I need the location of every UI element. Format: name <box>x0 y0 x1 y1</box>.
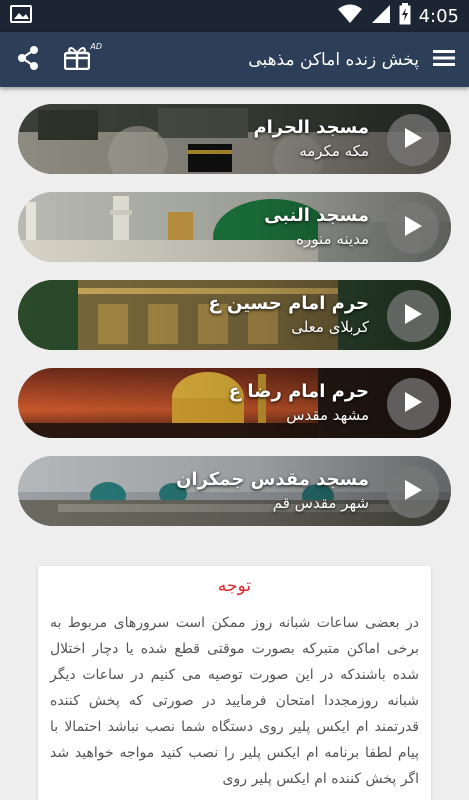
play-button[interactable] <box>387 466 439 518</box>
play-icon <box>403 391 423 417</box>
card-title: حرم امام حسین ع <box>208 293 369 314</box>
card-title: حرم امام رضا ع <box>228 381 369 402</box>
gift-icon <box>63 46 91 74</box>
card-jamkaran-mosque[interactable]: مسجد مقدس جمکران شهر مقدس قم <box>18 456 451 526</box>
battery-icon <box>399 3 411 29</box>
app-title: پخش زنده اماکن مذهبی <box>248 49 419 70</box>
play-icon <box>403 215 423 241</box>
status-bar: 4:05 <box>0 0 469 32</box>
ad-badge: AD <box>90 41 102 51</box>
play-button[interactable] <box>387 202 439 254</box>
card-subtitle: شهر مقدس قم <box>272 494 369 512</box>
card-text: مسجد مقدس جمکران شهر مقدس قم <box>176 468 369 514</box>
play-icon <box>403 127 423 153</box>
signal-icon <box>371 4 391 28</box>
status-icons: 4:05 <box>337 3 459 29</box>
play-button[interactable] <box>387 378 439 430</box>
share-icon <box>16 45 40 75</box>
play-icon <box>403 479 423 505</box>
card-title: مسجد مقدس جمکران <box>176 469 369 490</box>
app-bar-title-group: پخش زنده اماکن مذهبی <box>248 49 455 71</box>
card-imam-reza-shrine[interactable]: حرم امام رضا ع مشهد مقدس <box>18 368 451 438</box>
ad-gift-button[interactable]: AD <box>63 42 102 74</box>
card-title: مسجد النبی <box>264 205 369 226</box>
card-masjid-al-haram[interactable]: مسجد الحرام مکه مکرمه <box>18 104 451 174</box>
notice-body: در بعضی ساعات شبانه روز ممکن است سرورهای… <box>50 615 419 787</box>
share-button[interactable] <box>16 45 40 75</box>
card-text: حرم امام حسین ع کربلای معلی <box>208 292 369 338</box>
notice-title: توجه <box>217 576 252 596</box>
card-masjid-an-nabawi[interactable]: مسجد النبی مدینه منوره <box>18 192 451 262</box>
play-icon <box>403 303 423 329</box>
notice-panel: توجه در بعضی ساعات شبانه روز ممکن است سر… <box>38 566 431 800</box>
wifi-icon <box>337 4 363 28</box>
card-subtitle: کربلای معلی <box>291 318 369 336</box>
play-button[interactable] <box>387 290 439 342</box>
app-bar-actions: AD <box>16 42 102 75</box>
gallery-notification-icon <box>10 5 32 27</box>
menu-icon <box>433 49 455 71</box>
card-imam-husayn-shrine[interactable]: حرم امام حسین ع کربلای معلی <box>18 280 451 350</box>
card-text: حرم امام رضا ع مشهد مقدس <box>229 380 369 426</box>
card-text: مسجد النبی مدینه منوره <box>264 204 369 250</box>
card-title: مسجد الحرام <box>253 117 369 138</box>
card-subtitle: مدینه منوره <box>296 230 369 248</box>
play-button[interactable] <box>387 114 439 166</box>
shrine-list: مسجد الحرام مکه مکرمه مسجد النبی مدینه م… <box>18 104 451 544</box>
status-time: 4:05 <box>418 5 459 27</box>
app-bar: AD پخش زنده اماکن مذهبی <box>0 32 469 87</box>
card-subtitle: مکه مکرمه <box>299 142 369 160</box>
menu-button[interactable] <box>433 49 455 71</box>
card-subtitle: مشهد مقدس <box>286 406 369 424</box>
card-text: مسجد الحرام مکه مکرمه <box>253 116 369 162</box>
